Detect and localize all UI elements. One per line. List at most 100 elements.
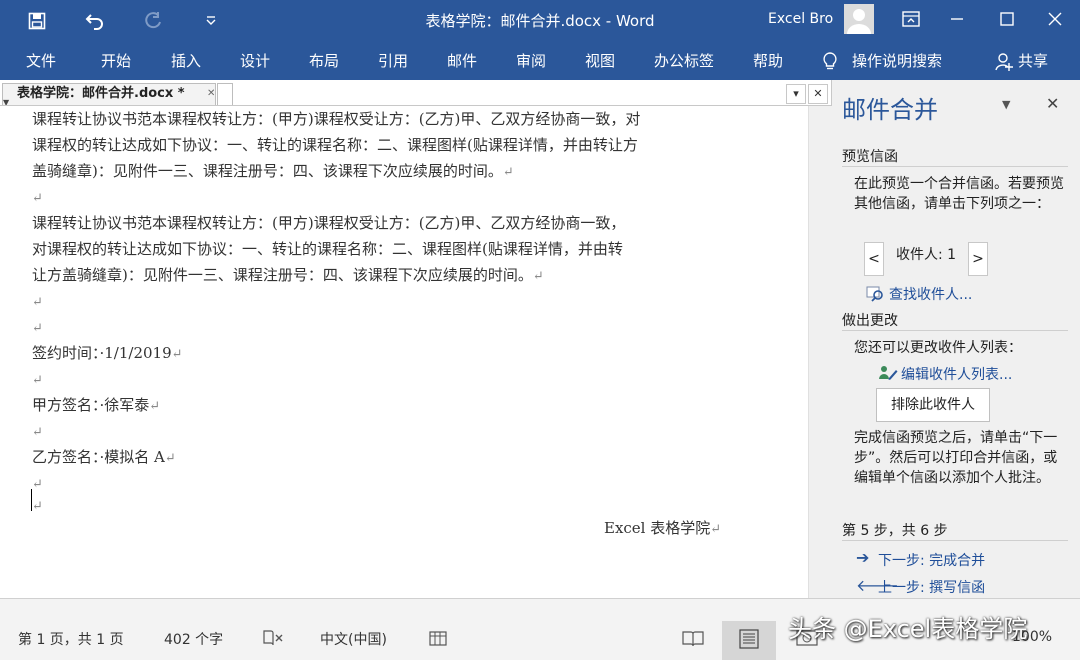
signature-label: Excel 表格学院: [604, 519, 711, 537]
word-count[interactable]: 402 个字: [164, 629, 223, 649]
lightbulb-icon[interactable]: [820, 51, 840, 71]
find-recipient-icon: [866, 284, 886, 302]
change-list-text: 您还可以更改收件人列表：: [854, 340, 1022, 356]
paragraph-mark-icon: ↵: [32, 373, 43, 388]
document-close-icon[interactable]: ✕: [808, 84, 828, 104]
watermark-text: 头条 @Excel表格学院: [788, 615, 1028, 643]
tab-mailings[interactable]: 邮件: [447, 42, 477, 80]
vertical-scrollbar[interactable]: [808, 106, 832, 598]
language-indicator[interactable]: 中文(中国): [320, 629, 387, 649]
make-changes-section-title: 做出更改: [842, 313, 898, 329]
document-text: 课程转让协议书范本课程权转让方：(甲方)课程权受让方：(乙方)甲、乙双方经协商一…: [32, 214, 626, 232]
next-step-link[interactable]: 下一步: 完成合并: [878, 550, 985, 570]
tab-review[interactable]: 审阅: [516, 42, 546, 80]
edit-recipient-list-icon: [878, 364, 898, 382]
read-mode-icon[interactable]: [682, 629, 704, 647]
tab-home[interactable]: 开始: [101, 42, 131, 80]
document-text: 乙方签名：·模拟名 A: [32, 448, 165, 466]
tab-file[interactable]: 文件: [26, 42, 56, 80]
paragraph-mark-icon: ↵: [164, 451, 176, 466]
party-a-signature-line: 甲方签名：·徐军泰↵: [32, 392, 160, 418]
minimize-icon[interactable]: [934, 0, 980, 38]
edit-recipient-list-link[interactable]: 编辑收件人列表...: [901, 364, 1012, 384]
document-tab[interactable]: ▼ 表格学院：邮件合并.docx * ✕: [2, 83, 216, 107]
document-text: 对课程权的转让达成如下协议：一、转让的课程名称：二、课程图样(贴课程详情，并由转: [32, 240, 623, 258]
document-text: 盖骑缝章)：见附件一三、课程注册号：四、该课程下次应续展的时间。: [32, 162, 503, 180]
tab-insert[interactable]: 插入: [171, 42, 201, 80]
paragraph-mark-icon: ↵: [32, 321, 43, 336]
undo-icon[interactable]: [76, 0, 114, 42]
ribbon-display-icon[interactable]: [888, 0, 934, 38]
document-line-7: 让方盖骑缝章)：见附件一三、课程注册号：四、该课程下次应续展的时间。↵: [32, 262, 544, 288]
tab-view[interactable]: 视图: [585, 42, 615, 80]
page-count[interactable]: 第 1 页，共 1 页: [18, 629, 124, 649]
mail-merge-pane: 邮件合并 ▼ ✕ 预览信函 在此预览一个合并信函。若要预览其他信函，请单击下列项…: [832, 80, 1080, 598]
finish-instructions: 完成信函预览之后，请单击“下一步”。然后可以打印合并信函，或编辑单个信函以添加个…: [854, 430, 1058, 486]
new-tab-area[interactable]: [217, 83, 233, 105]
close-icon[interactable]: [1032, 0, 1078, 38]
divider: [842, 330, 1068, 331]
document-text: 课程权的转让达成如下协议：一、转让的课程名称：二、课程图样(贴课程详情，并由转让…: [32, 136, 638, 154]
paragraph-mark-icon: ↵: [32, 295, 43, 310]
document-line-11: ↵: [32, 366, 43, 392]
document-line-2: 课程权的转让达成如下协议：一、转让的课程名称：二、课程图样(贴课程详情，并由转让…: [32, 132, 638, 158]
paragraph-mark-icon: ↵: [171, 347, 183, 362]
share-button[interactable]: 共享: [1018, 42, 1048, 80]
accessibility-icon[interactable]: [428, 629, 450, 647]
document-text: 让方盖骑缝章)：见附件一三、课程注册号：四、该课程下次应续展的时间。: [32, 266, 533, 284]
document-line-8: ↵: [32, 288, 43, 314]
document-text: 签约时间：·1/1/2019: [32, 344, 172, 362]
document-line-16: ↵: [32, 492, 43, 518]
next-recipient-button[interactable]: >: [968, 242, 988, 276]
tab-layout[interactable]: 布局: [309, 42, 339, 80]
customize-qat-icon[interactable]: [192, 0, 230, 42]
document-line-4: ↵: [32, 184, 43, 210]
recipient-counter: 收件人: 1: [896, 247, 957, 263]
pane-options-icon[interactable]: ▼: [1002, 98, 1010, 111]
status-bar: 第 1 页，共 1 页 402 个字 中文(中国) 100% 头条 @Excel…: [0, 598, 1080, 660]
document-tab-label: 表格学院：邮件合并.docx *: [17, 86, 185, 101]
divider: [842, 166, 1068, 167]
tab-list-dropdown-icon[interactable]: ▾: [786, 84, 806, 104]
party-b-signature-line: 乙方签名：·模拟名 A↵: [32, 444, 176, 470]
document-page[interactable]: 课程转让协议书范本课程权转让方：(甲方)课程权受让方：(乙方)甲、乙双方经协商一…: [0, 106, 808, 598]
print-layout-view-button[interactable]: [722, 621, 776, 660]
paragraph-mark-icon: ↵: [502, 165, 514, 180]
tab-help[interactable]: 帮助: [753, 42, 783, 80]
tell-me-search[interactable]: 操作说明搜索: [852, 42, 942, 80]
redo-icon[interactable]: [134, 0, 172, 42]
document-line-13: ↵: [32, 418, 43, 444]
tab-office-tab[interactable]: 办公标签: [654, 42, 714, 80]
ribbon-tabs: 文件 开始 插入 设计 布局 引用 邮件 审阅 视图 办公标签 帮助 操作说明搜…: [0, 42, 1080, 80]
document-text: 甲方签名：·徐军泰: [32, 396, 150, 414]
preview-section-title: 预览信函: [842, 149, 898, 165]
paragraph-mark-icon: ↵: [149, 399, 161, 414]
document-line-5: 课程转让协议书范本课程权转让方：(甲方)课程权受让方：(乙方)甲、乙双方经协商一…: [32, 210, 625, 236]
share-person-icon[interactable]: [994, 52, 1014, 72]
arrow-right-icon: ➔: [856, 548, 870, 567]
avatar[interactable]: [844, 4, 874, 34]
user-name[interactable]: Excel Bro: [768, 0, 833, 42]
document-line-1: 课程转让协议书范本课程权转让方：(甲方)课程权受让方：(乙方)甲、乙双方经协商一…: [32, 106, 640, 132]
paragraph-mark-icon: ↵: [32, 499, 43, 514]
exclude-recipient-button[interactable]: 排除此收件人: [876, 388, 990, 422]
tab-close-icon[interactable]: ✕: [207, 84, 215, 104]
paragraph-mark-icon: ↵: [32, 425, 43, 440]
signing-date-line: 签约时间：·1/1/2019↵: [32, 340, 183, 366]
paragraph-mark-icon: ↵: [32, 191, 43, 206]
previous-recipient-button[interactable]: <: [864, 242, 884, 276]
proofing-icon[interactable]: [262, 629, 284, 647]
save-icon[interactable]: [18, 0, 56, 42]
document-text: 课程转让协议书范本课程权转让方：(甲方)课程权受让方：(乙方)甲、乙双方经协商一…: [32, 110, 641, 128]
tab-references[interactable]: 引用: [378, 42, 408, 80]
maximize-icon[interactable]: [984, 0, 1030, 38]
paragraph-mark-icon: ↵: [532, 269, 544, 284]
pane-close-icon[interactable]: ✕: [1046, 94, 1059, 113]
find-recipient-link[interactable]: 查找收件人...: [889, 284, 972, 304]
previous-step-link[interactable]: 上一步: 撰写信函: [878, 577, 985, 597]
tab-design[interactable]: 设计: [240, 42, 270, 80]
document-line-6: 对课程权的转让达成如下协议：一、转让的课程名称：二、课程图样(贴课程详情，并由转: [32, 236, 623, 262]
text-cursor: [31, 489, 32, 511]
preview-instructions: 在此预览一个合并信函。若要预览其他信函，请单击下列项之一：: [854, 176, 1064, 212]
paragraph-mark-icon: ↵: [710, 522, 722, 537]
